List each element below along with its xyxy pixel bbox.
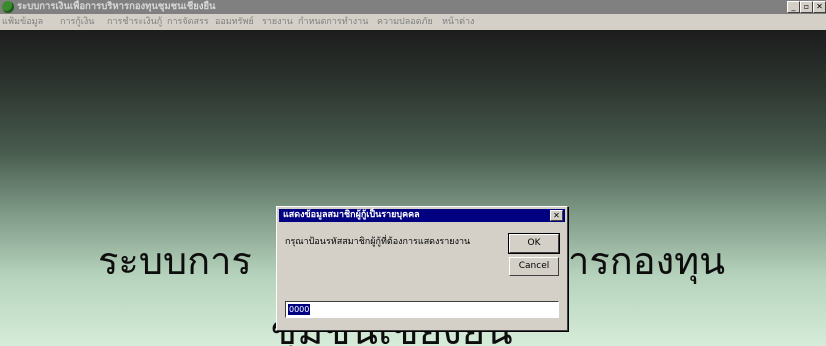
menu-window[interactable]: หน้าต่าง bbox=[442, 16, 474, 28]
dialog-prompt: กรุณาป้อนรหัสสมาชิกผู้กู้ที่ต้องการแสดงร… bbox=[285, 237, 471, 247]
title-bar[interactable]: ระบบการเงินเพื่อการบริหารกองทุนชุมชนเชีย… bbox=[0, 0, 826, 14]
member-report-dialog: แสดงข้อมูลสมาชิกผู้กู้เป็นรายบุคคล ✕ กรุ… bbox=[276, 206, 568, 331]
close-button[interactable]: ✕ bbox=[813, 1, 826, 13]
menu-loan[interactable]: การกู้เงิน bbox=[60, 16, 94, 28]
menu-security[interactable]: ความปลอดภัย bbox=[377, 16, 433, 28]
background-title-right: ารกองทุน bbox=[568, 239, 726, 283]
ok-button[interactable]: OK bbox=[508, 233, 560, 254]
main-workspace: ระบบการ ารกองทุน ชุมชนเชียงยืน แสดงข้อมู… bbox=[0, 30, 826, 346]
member-id-input[interactable]: 0000 bbox=[285, 301, 559, 318]
menu-allocation[interactable]: การจัดสรร bbox=[167, 16, 209, 28]
window-title: ระบบการเงินเพื่อการบริหารกองทุนชุมชนเชีย… bbox=[17, 1, 216, 12]
minimize-button[interactable]: _ bbox=[787, 1, 800, 13]
menu-file[interactable]: แฟ้มข้อมูล bbox=[2, 16, 43, 28]
menu-loan-payment[interactable]: การชำระเงินกู้ bbox=[107, 16, 162, 28]
app-icon bbox=[2, 1, 14, 13]
background-title-left: ระบบการ bbox=[98, 239, 252, 283]
dialog-title: แสดงข้อมูลสมาชิกผู้กู้เป็นรายบุคคล bbox=[283, 210, 420, 220]
menu-schedule[interactable]: กำหนดการทำงาน bbox=[298, 16, 368, 28]
member-id-value: 0000 bbox=[288, 304, 311, 315]
dialog-title-bar[interactable]: แสดงข้อมูลสมาชิกผู้กู้เป็นรายบุคคล ✕ bbox=[279, 209, 565, 222]
menu-bar: แฟ้มข้อมูล การกู้เงิน การชำระเงินกู้ การ… bbox=[0, 14, 826, 30]
maximize-button[interactable]: ▫ bbox=[800, 1, 813, 13]
dialog-close-button[interactable]: ✕ bbox=[550, 210, 563, 221]
menu-savings[interactable]: ออมทรัพย์ bbox=[215, 16, 254, 28]
cancel-button[interactable]: Cancel bbox=[509, 257, 559, 276]
menu-reports[interactable]: รายงาน bbox=[262, 16, 293, 28]
